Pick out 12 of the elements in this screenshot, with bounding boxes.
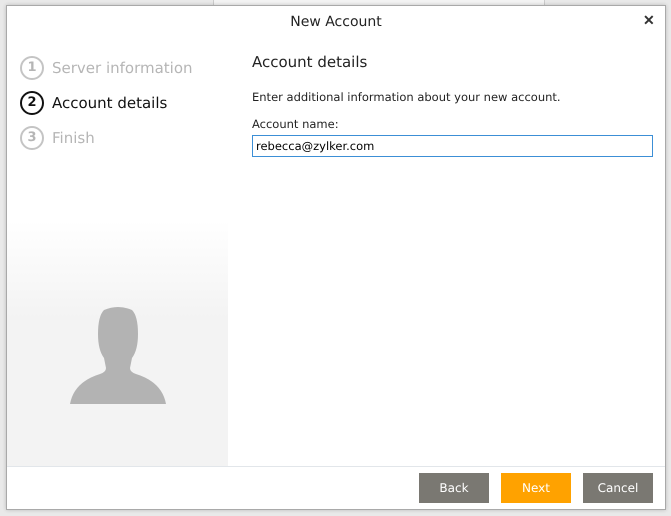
wizard-step: 2 Account details: [20, 88, 228, 117]
person-silhouette-icon: [70, 306, 166, 404]
description-text: Enter additional information about your new account.: [252, 90, 562, 104]
close-button[interactable]: ✕: [641, 12, 657, 28]
field-label: Account name:: [252, 117, 340, 131]
window-title: New Account: [290, 14, 382, 30]
dialog-button[interactable]: Cancel: [583, 473, 653, 503]
section-heading: Account details: [252, 53, 368, 71]
wizard-step: 1 Server information: [20, 53, 228, 82]
account-name-field[interactable]: rebecca@zylker.com: [252, 135, 653, 157]
wizard-step: 3 Finish: [20, 123, 228, 152]
dialog-button[interactable]: Back: [419, 473, 489, 503]
